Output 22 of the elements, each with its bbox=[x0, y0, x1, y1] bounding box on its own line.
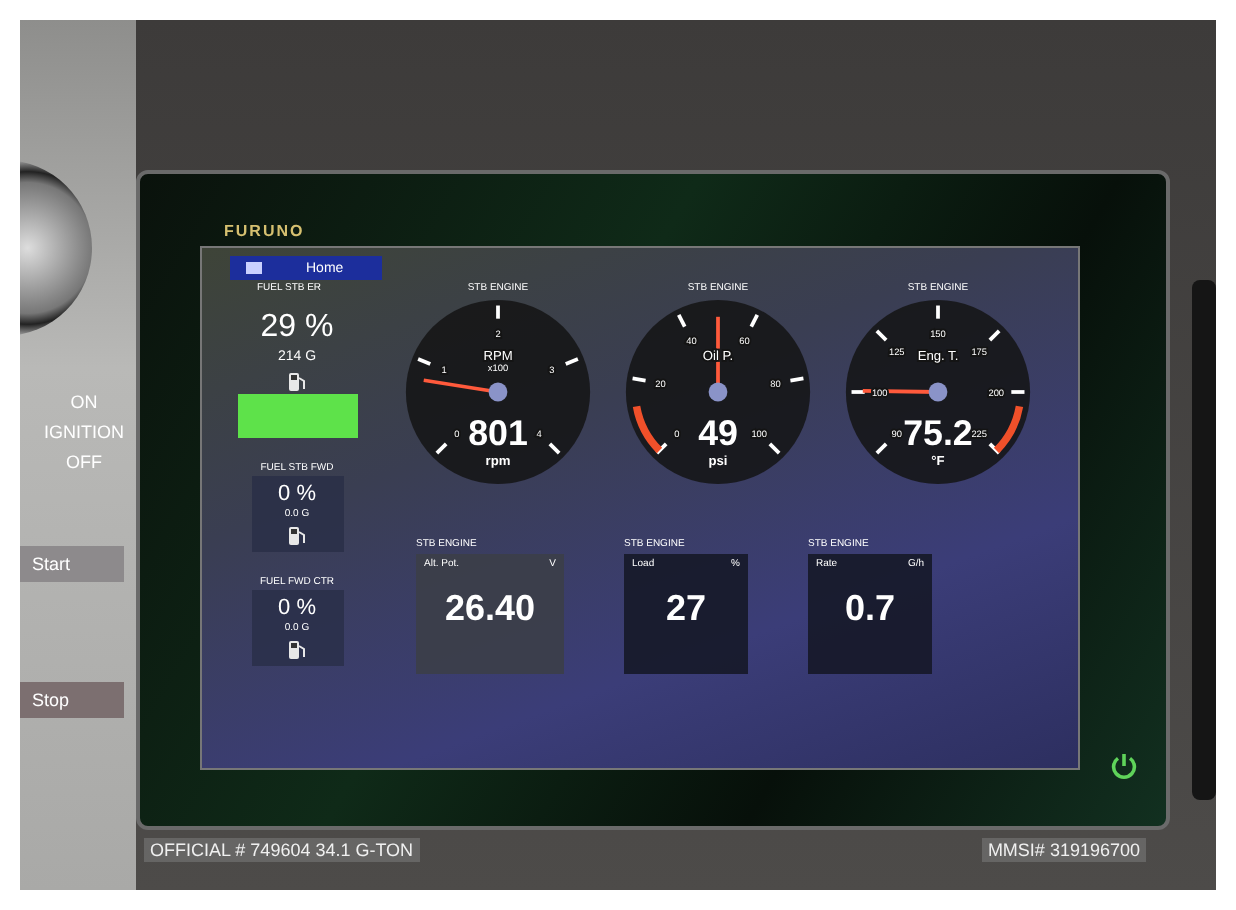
gauge-value: 801 bbox=[468, 412, 528, 453]
registration-label: OFFICIAL # 749604 34.1 G-TON bbox=[144, 838, 420, 862]
mmsi-label: MMSI# 319196700 bbox=[981, 838, 1146, 862]
ignition-label: IGNITION bbox=[44, 422, 124, 444]
tank-percent: 0 % bbox=[278, 596, 316, 622]
readout-value: 0.7 bbox=[842, 588, 898, 630]
ignition-label: ON bbox=[70, 392, 98, 414]
power-icon[interactable] bbox=[1107, 750, 1139, 782]
tank-percent: 0 % bbox=[278, 482, 316, 508]
tank-percent: 29 % bbox=[260, 308, 334, 348]
readout-value: 26.40 bbox=[442, 588, 538, 630]
ignition-label: OFF bbox=[66, 452, 102, 474]
panel-button[interactable]: Stop bbox=[20, 682, 124, 718]
fuel-pump-icon bbox=[288, 372, 306, 392]
fuel-pump-icon bbox=[288, 526, 306, 546]
gauge-value: 75.2 bbox=[903, 412, 973, 453]
brand-logo: FURUNO bbox=[224, 222, 305, 242]
fuel-pump-icon bbox=[288, 640, 306, 660]
gauge-value: 49 bbox=[698, 412, 738, 453]
tank-level-bar bbox=[237, 394, 357, 438]
readout-value: 27 bbox=[663, 588, 709, 630]
panel-button[interactable]: Start bbox=[20, 546, 124, 582]
